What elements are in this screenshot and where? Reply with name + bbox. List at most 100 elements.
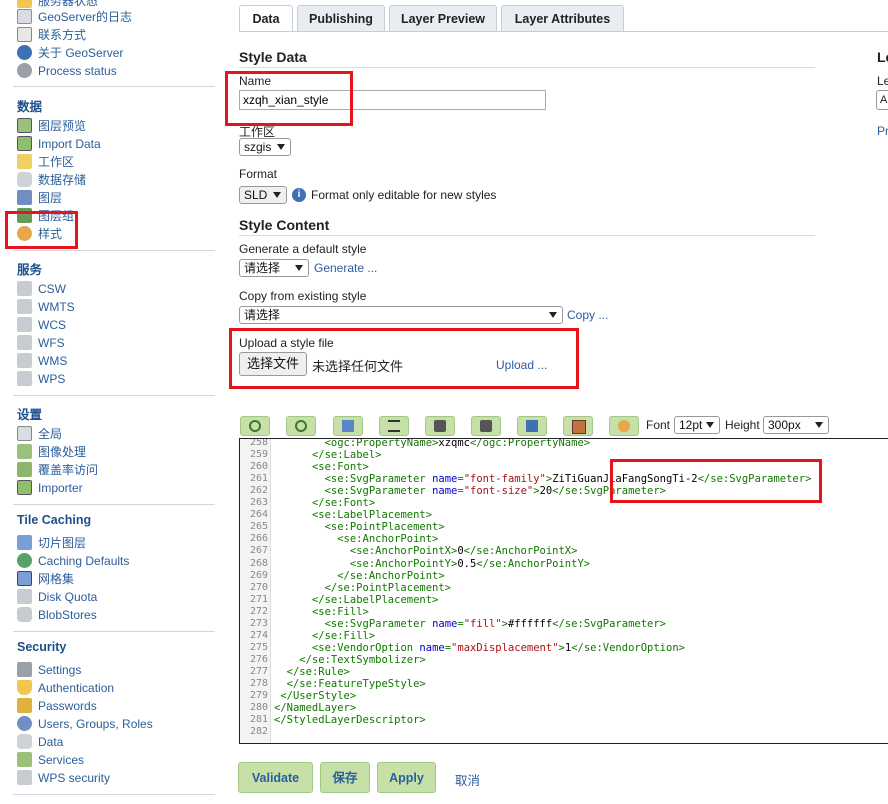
validate-button[interactable]: Validate [238,762,313,793]
sidebar: 服务器状态 GeoServer的日志 联系方式 关于 GeoServer Pro… [0,0,218,804]
insert-image-button[interactable] [517,416,547,436]
sidebar-item-users-groups-roles[interactable]: Users, Groups, Roles [17,715,153,733]
line-number: 278 [249,678,268,689]
redo-button[interactable] [286,416,316,436]
sidebar-item-wps[interactable]: WPS [17,370,65,388]
sidebar-item-workspaces[interactable]: 工作区 [17,153,74,171]
find-icon [434,420,446,432]
services-security-icon [17,752,32,767]
sidebar-item-coverage-access[interactable]: 覆盖率访问 [17,461,98,479]
import-icon [17,136,32,151]
service-icon [17,317,32,332]
sidebar-item-disk-quota[interactable]: Disk Quota [17,588,97,606]
sidebar-item-wmts[interactable]: WMTS [17,298,75,316]
reformat-button[interactable] [379,416,409,436]
tab-layer-preview[interactable]: Layer Preview [389,5,497,31]
chevron-down-icon [549,312,557,318]
sidebar-item-wms[interactable]: WMS [17,352,67,370]
service-icon [17,281,32,296]
sidebar-item-import-data[interactable]: Import Data [17,135,101,153]
line-number: 268 [249,557,268,569]
find-button[interactable] [425,416,455,436]
color-picker-button[interactable] [609,416,639,436]
preview-link[interactable]: Pr [877,124,888,138]
editor-height-select[interactable]: 300px [763,416,829,434]
sidebar-item-passwords[interactable]: Passwords [17,697,97,715]
sidebar-item-blobstores[interactable]: BlobStores [17,606,97,624]
undo-button[interactable] [240,416,270,436]
globe-icon [17,553,32,568]
sidebar-item-security-settings[interactable]: Settings [17,661,81,679]
line-number: 267 [249,545,268,557]
line-number: 273 [249,617,268,629]
grid-icon [17,571,32,586]
generate-select[interactable]: 请选择 [239,259,309,277]
apply-button[interactable]: Apply [377,762,436,793]
sidebar-item-layer-preview[interactable]: 图层预览 [17,117,86,135]
shield-icon [17,680,32,695]
service-icon [17,299,32,314]
sidebar-item-wps-security[interactable]: WPS security [17,769,110,787]
sidebar-item-image-processing[interactable]: 图像处理 [17,443,86,461]
legend-button[interactable]: A [876,90,888,110]
sidebar-item-contact[interactable]: 联系方式 [17,26,86,44]
code-line: </se:TextSymbolizer> [299,653,426,666]
sidebar-item-services-security[interactable]: Services [17,751,84,769]
generate-link[interactable]: Generate ... [314,261,377,275]
tab-publishing[interactable]: Publishing [297,5,385,31]
copy-select[interactable]: 请选择 [239,306,563,324]
font-size-select[interactable]: 12pt [674,416,720,434]
section-title-data: 数据 [17,100,43,114]
save-button[interactable]: 保存 [320,762,370,793]
sidebar-item-authentication[interactable]: Authentication [17,679,114,697]
line-number: 274 [249,629,268,641]
sidebar-item-wcs[interactable]: WCS [17,316,66,334]
format-select[interactable]: SLD [239,186,287,204]
sidebar-item-importer[interactable]: Importer [17,479,83,497]
line-number: 259 [249,449,268,461]
sidebar-item-global[interactable]: 全局 [17,425,62,443]
sidebar-item-layers[interactable]: 图层 [17,189,62,207]
code-line: <se:LabelPlacement> [311,509,433,522]
line-number: 275 [249,641,268,653]
sidebar-item-logs[interactable]: GeoServer的日志 [17,8,132,26]
section-title-settings: 设置 [17,408,43,422]
copy-link[interactable]: Copy ... [567,308,608,322]
sidebar-item-csw[interactable]: CSW [17,280,66,298]
image-chooser-button[interactable] [563,416,593,436]
line-number: 266 [249,533,268,545]
code-line: <se:AnchorPointX>0</se:AnchorPointX> [349,545,578,558]
key-icon [17,698,32,713]
chevron-down-icon [273,192,281,198]
tab-data[interactable]: Data [239,5,293,31]
workspace-select[interactable]: szgis [239,138,291,156]
sidebar-item-caching-defaults[interactable]: Caching Defaults [17,552,129,570]
find-replace-button[interactable] [471,416,501,436]
code-line: </se:Label> [311,449,382,462]
redo-icon [295,420,307,432]
sidebar-item-data-security[interactable]: Data [17,733,63,751]
format-note: Format only editable for new styles [311,188,497,202]
data-security-icon [17,734,32,749]
sidebar-item-tile-layers[interactable]: 切片图层 [17,534,86,552]
palette-icon [618,420,630,432]
code-line: <se:SvgParameter name="font-size">20</se… [324,485,667,498]
layer-icon [17,190,32,205]
generate-label: Generate a default style [239,242,367,256]
cancel-link[interactable]: 取消 [455,770,480,789]
folder-icon [17,154,32,169]
style-data-heading: Style Data [239,49,307,65]
importer-icon [17,480,32,495]
info-icon: i [292,188,306,202]
code-line: <se:SvgParameter name="fill">#ffffff</se… [324,617,667,630]
code-line: <se:AnchorPoint> [337,533,439,546]
reformat-icon [388,420,400,432]
sidebar-item-wfs[interactable]: WFS [17,334,65,352]
tab-layer-attributes[interactable]: Layer Attributes [501,5,624,31]
sidebar-item-stores[interactable]: 数据存储 [17,171,86,189]
sidebar-item-process-status[interactable]: Process status [17,62,117,80]
sidebar-item-gridsets[interactable]: 网格集 [17,570,74,588]
sidebar-item-about[interactable]: 关于 GeoServer [17,44,123,62]
goto-line-button[interactable] [333,416,363,436]
code-line: <se:VendorOption name="maxDisplacement">… [311,641,685,654]
